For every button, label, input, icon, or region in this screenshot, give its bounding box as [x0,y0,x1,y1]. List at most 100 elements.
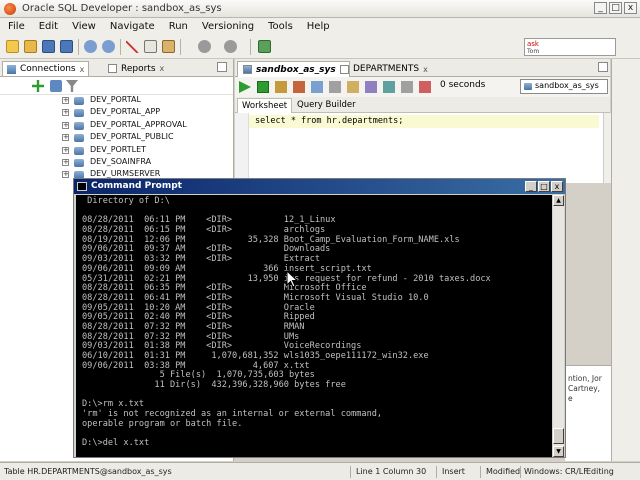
results-text: e [568,394,573,403]
cut-icon[interactable] [126,40,139,53]
unshared-worksheet-icon[interactable] [401,81,413,93]
tab-departments[interactable]: DEPARTMENTS x [335,61,433,77]
minimize-button[interactable]: _ [594,2,607,14]
menu-versioning[interactable]: Versioning [202,21,254,32]
command-prompt-window[interactable]: Command Prompt _ □ x Directory of D:\ 08/… [73,178,566,458]
menu-run[interactable]: Run [169,21,188,32]
tree-item-label: DEV_PORTAL [90,95,141,104]
format-icon[interactable] [383,81,395,93]
sql-developer-logo-icon [4,3,16,15]
expand-icon[interactable]: + [62,109,69,117]
connection-select[interactable]: sandbox_as_sys [520,79,608,94]
tree-item[interactable]: + DEV_PORTAL_APPROVAL [0,120,232,132]
line-gutter [235,113,249,183]
console-output[interactable]: Directory of D:\ 08/28/2011 06:11 PM <DIR… [76,195,552,457]
schema-icon [74,146,84,155]
copy-icon[interactable] [144,40,157,53]
expand-icon[interactable]: + [62,171,69,179]
scroll-thumb[interactable] [553,428,564,444]
tree-item[interactable]: + DEV_PORTAL [0,95,232,107]
tree-item-label: DEV_PORTAL_APPROVAL [90,119,187,129]
scroll-up-arrow-icon[interactable]: ▲ [553,195,564,206]
tab-query-builder[interactable]: Query Builder [293,98,360,113]
status-mode: Insert [442,467,465,476]
expand-icon[interactable]: + [62,134,69,142]
tree-item[interactable]: + DEV_SOAINFRA [0,157,232,169]
tab-sandbox-label: sandbox_as_sys [256,64,336,75]
menu-view[interactable]: View [72,21,96,32]
minimize-panel-button[interactable] [217,62,227,72]
close-button[interactable]: x [624,2,637,14]
cmd-minimize-button[interactable]: _ [525,181,537,192]
paste-icon[interactable] [162,40,175,53]
tree-item-label: DEV_PORTLET [90,144,147,154]
expand-icon[interactable]: + [62,97,69,104]
tree-item[interactable]: + DEV_PORTAL_PUBLIC [0,132,232,144]
save-icon[interactable] [42,40,55,53]
tab-connections-label: Connections [20,64,76,74]
menu-file[interactable]: File [8,21,25,32]
new-file-icon[interactable] [6,40,19,53]
mouse-cursor-icon [286,270,298,288]
tree-item[interactable]: + DEV_PORTLET [0,145,232,157]
menu-edit[interactable]: Edit [39,21,58,32]
title-bar: Oracle SQL Developer : sandbox_as_sys _ … [0,0,640,18]
sql-editor[interactable]: select * from hr.departments; [235,113,603,183]
tree-item[interactable]: + DEV_PORTAL_APP [0,107,232,119]
scroll-down-arrow-icon[interactable]: ▼ [553,446,564,457]
sql-history-icon[interactable] [365,81,377,93]
save-all-icon[interactable] [60,40,73,53]
search-input[interactable]: ask Tom [524,38,616,56]
cmd-close-button[interactable]: x [551,181,563,192]
schema-icon [74,158,84,167]
search-value: ask [527,40,539,48]
maximize-button[interactable]: □ [609,2,622,14]
autotrace-icon[interactable] [329,81,341,93]
open-folder-icon[interactable] [24,40,37,53]
reports-icon [108,64,117,73]
schema-icon [74,109,84,118]
rollback-icon[interactable] [293,81,305,93]
clear-icon[interactable] [347,81,359,93]
cmd-maximize-button[interactable]: □ [538,181,550,192]
debug-icon[interactable] [258,40,271,53]
close-icon[interactable]: x [423,65,428,74]
window-title: Oracle SQL Developer : sandbox_as_sys [22,3,222,14]
back-icon[interactable] [198,40,211,53]
schema-icon [74,134,84,143]
editor-scrollbar[interactable] [603,113,611,183]
redo-icon[interactable] [102,40,115,53]
undo-icon[interactable] [84,40,97,53]
connections-toolbar [0,77,233,95]
menu-tools[interactable]: Tools [268,21,293,32]
run-script-icon[interactable] [257,81,269,93]
main-toolbar: ask Tom [0,35,640,59]
refresh-icon[interactable] [50,80,62,92]
menu-help[interactable]: Help [307,21,330,32]
tab-reports[interactable]: Reports x [104,61,168,76]
minimize-editor-button[interactable] [598,62,608,72]
menu-navigate[interactable]: Navigate [110,21,155,32]
add-connection-icon[interactable] [32,80,44,92]
tab-worksheet[interactable]: Worksheet [237,98,293,113]
expand-icon[interactable]: + [62,146,69,154]
command-prompt-titlebar[interactable]: Command Prompt _ □ x [74,179,565,194]
run-statement-icon[interactable] [239,81,251,93]
status-object: Table HR.DEPARTMENTS@sandbox_as_sys [4,467,172,476]
forward-icon[interactable] [224,40,237,53]
close-icon[interactable]: x [160,64,165,73]
expand-icon[interactable]: + [62,158,69,166]
editor-subtabs: Worksheet Query Builder [235,97,610,113]
tree-item-label: DEV_PORTAL_PUBLIC [90,132,174,142]
filter-icon[interactable] [66,80,78,92]
tab-reports-label: Reports [121,63,156,74]
cmd-scrollbar[interactable]: ▲ ▼ [553,195,564,457]
close-icon[interactable]: x [80,65,85,74]
explain-plan-icon[interactable] [311,81,323,93]
commit-icon[interactable] [275,81,287,93]
expand-icon[interactable]: + [62,121,69,129]
cancel-icon[interactable] [419,81,431,93]
tab-sandbox-as-sys[interactable]: sandbox_as_sys x [237,61,351,77]
tab-connections[interactable]: Connections x [2,61,90,76]
